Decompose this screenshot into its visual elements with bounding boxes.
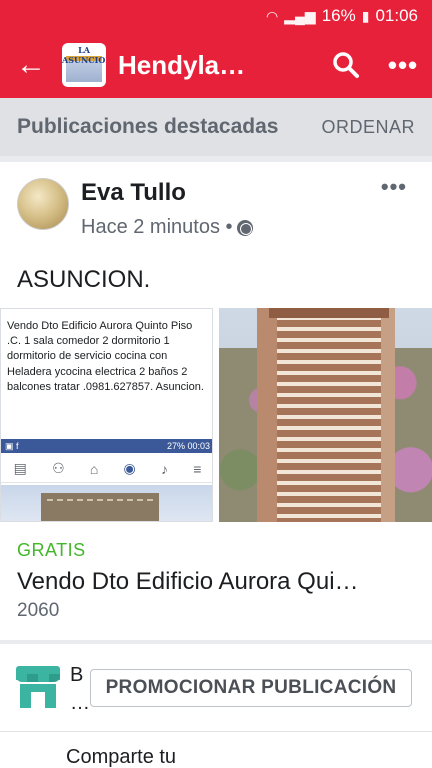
business-name-ellipsis: … <box>70 692 90 714</box>
share-prompt[interactable]: Comparte tu <box>0 732 432 768</box>
back-arrow-icon[interactable]: ← <box>0 48 62 82</box>
post-more-icon[interactable]: ••• <box>381 174 407 200</box>
mini-status-text: 27% 00:03 <box>166 441 210 451</box>
battery-icon: ▮ <box>361 7 370 24</box>
featured-header: Publicaciones destacadas ORDENAR <box>0 98 432 156</box>
section-title: Publicaciones destacadas <box>17 115 279 138</box>
post-card: Eva Tullo Hace 2 minutos • ••• ASUNCION.… <box>0 162 432 640</box>
mini-friends-icon: ⚇ <box>52 460 65 476</box>
globe-icon <box>236 219 253 236</box>
signal-icon: ▂▄▆ <box>284 7 316 24</box>
business-name: B <box>70 664 84 686</box>
post-text: ASUNCION. <box>17 266 151 293</box>
mini-menu-icon: ≡ <box>193 460 202 477</box>
promote-row: B … PROMOCIONAR PUBLICACIÓN <box>0 644 432 732</box>
group-title[interactable]: Hendyla… <box>118 50 318 81</box>
mini-feed-icon: ▤ <box>13 460 27 476</box>
promote-post-button[interactable]: PROMOCIONAR PUBLICACIÓN <box>90 669 412 707</box>
post-time: Hace 2 minutos • <box>81 216 253 239</box>
status-time: 01:06 <box>375 6 418 25</box>
wifi-icon: ◠ <box>266 7 279 24</box>
share-text: Comparte tu <box>66 746 177 768</box>
avatar[interactable] <box>17 178 69 230</box>
mini-nav: ▤ ⚇ ⌂ ◉ ♪ ≡ <box>1 455 212 483</box>
listing-location: 2060 <box>17 600 60 621</box>
battery-percent: 16% <box>321 6 356 25</box>
mini-building-photo <box>1 485 212 521</box>
order-button[interactable]: ORDENAR <box>321 117 415 138</box>
mini-status-bar: ▣ f 27% 00:03 <box>1 439 212 453</box>
store-icon <box>16 666 60 708</box>
price-badge: GRATIS <box>17 540 86 560</box>
post-image-screenshot[interactable]: Vendo Dto Edificio Aurora Quinto Piso .C… <box>0 308 213 522</box>
app-bar: ← LA ASUNCION Hendyla… ••• <box>0 32 432 98</box>
mini-profile-icon: ◉ <box>123 460 136 476</box>
post-time-text: Hace 2 minutos • <box>81 216 233 238</box>
mini-bell-icon: ♪ <box>160 460 168 477</box>
search-icon[interactable] <box>318 51 374 79</box>
listing-title[interactable]: Vendo Dto Edificio Aurora Qui… <box>17 568 359 596</box>
status-bar: ◠ ▂▄▆ 16% ▮ 01:06 <box>0 0 432 32</box>
post-image-building[interactable] <box>219 308 432 522</box>
image-description-text: Vendo Dto Edificio Aurora Quinto Piso .C… <box>7 320 204 393</box>
mini-market-icon: ⌂ <box>89 460 99 477</box>
more-options-icon[interactable]: ••• <box>374 50 432 81</box>
post-author[interactable]: Eva Tullo <box>81 179 186 207</box>
group-logo[interactable]: LA ASUNCION <box>62 43 106 87</box>
